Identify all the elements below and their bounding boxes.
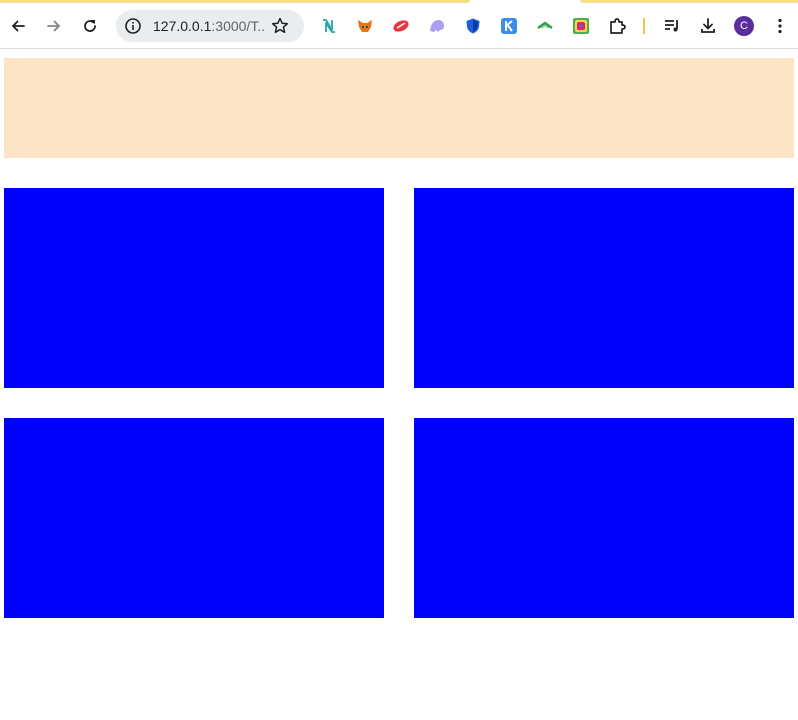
notion-like-extension-icon[interactable] (320, 17, 338, 35)
reload-icon (84, 20, 96, 32)
browser-toolbar: 127.0.0.1:3000/T... C (0, 4, 798, 49)
shield-extension-icon[interactable] (464, 17, 482, 35)
back-arrow-icon (12, 20, 25, 32)
reload-button[interactable] (76, 12, 104, 40)
star-icon[interactable] (270, 16, 290, 36)
green-leaf-extension-icon[interactable] (536, 17, 554, 35)
url-host: 127.0.0.1 (153, 18, 212, 34)
kebab-menu-icon[interactable] (771, 17, 789, 35)
page-viewport (0, 49, 798, 720)
forward-arrow-icon (47, 20, 60, 32)
url-text[interactable]: 127.0.0.1:3000/T... (153, 18, 265, 34)
blue-box-1 (4, 188, 384, 388)
blue-box-3 (4, 418, 384, 618)
ghost-extension-icon[interactable] (428, 17, 446, 35)
blue-box-4 (414, 418, 794, 618)
k-extension-icon[interactable] (500, 17, 518, 35)
forward-button[interactable] (40, 12, 68, 40)
profile-avatar[interactable]: C (734, 16, 754, 36)
back-button[interactable] (4, 12, 32, 40)
metamask-fox-icon[interactable] (356, 17, 374, 35)
info-icon[interactable] (124, 17, 142, 35)
puzzle-extensions-icon[interactable] (608, 17, 626, 35)
colorful-box-extension-icon[interactable] (572, 17, 590, 35)
red-pill-extension-icon[interactable] (392, 17, 410, 35)
address-bar[interactable]: 127.0.0.1:3000/T... (116, 10, 304, 42)
tab-group-edge (580, 0, 798, 3)
toolbar-divider (643, 18, 645, 34)
media-playlist-icon[interactable] (663, 17, 681, 35)
url-path: :3000/T... (211, 18, 265, 34)
header-band (4, 58, 794, 158)
blue-box-2 (414, 188, 794, 388)
download-icon[interactable] (699, 17, 717, 35)
active-tab-edge (0, 0, 470, 3)
